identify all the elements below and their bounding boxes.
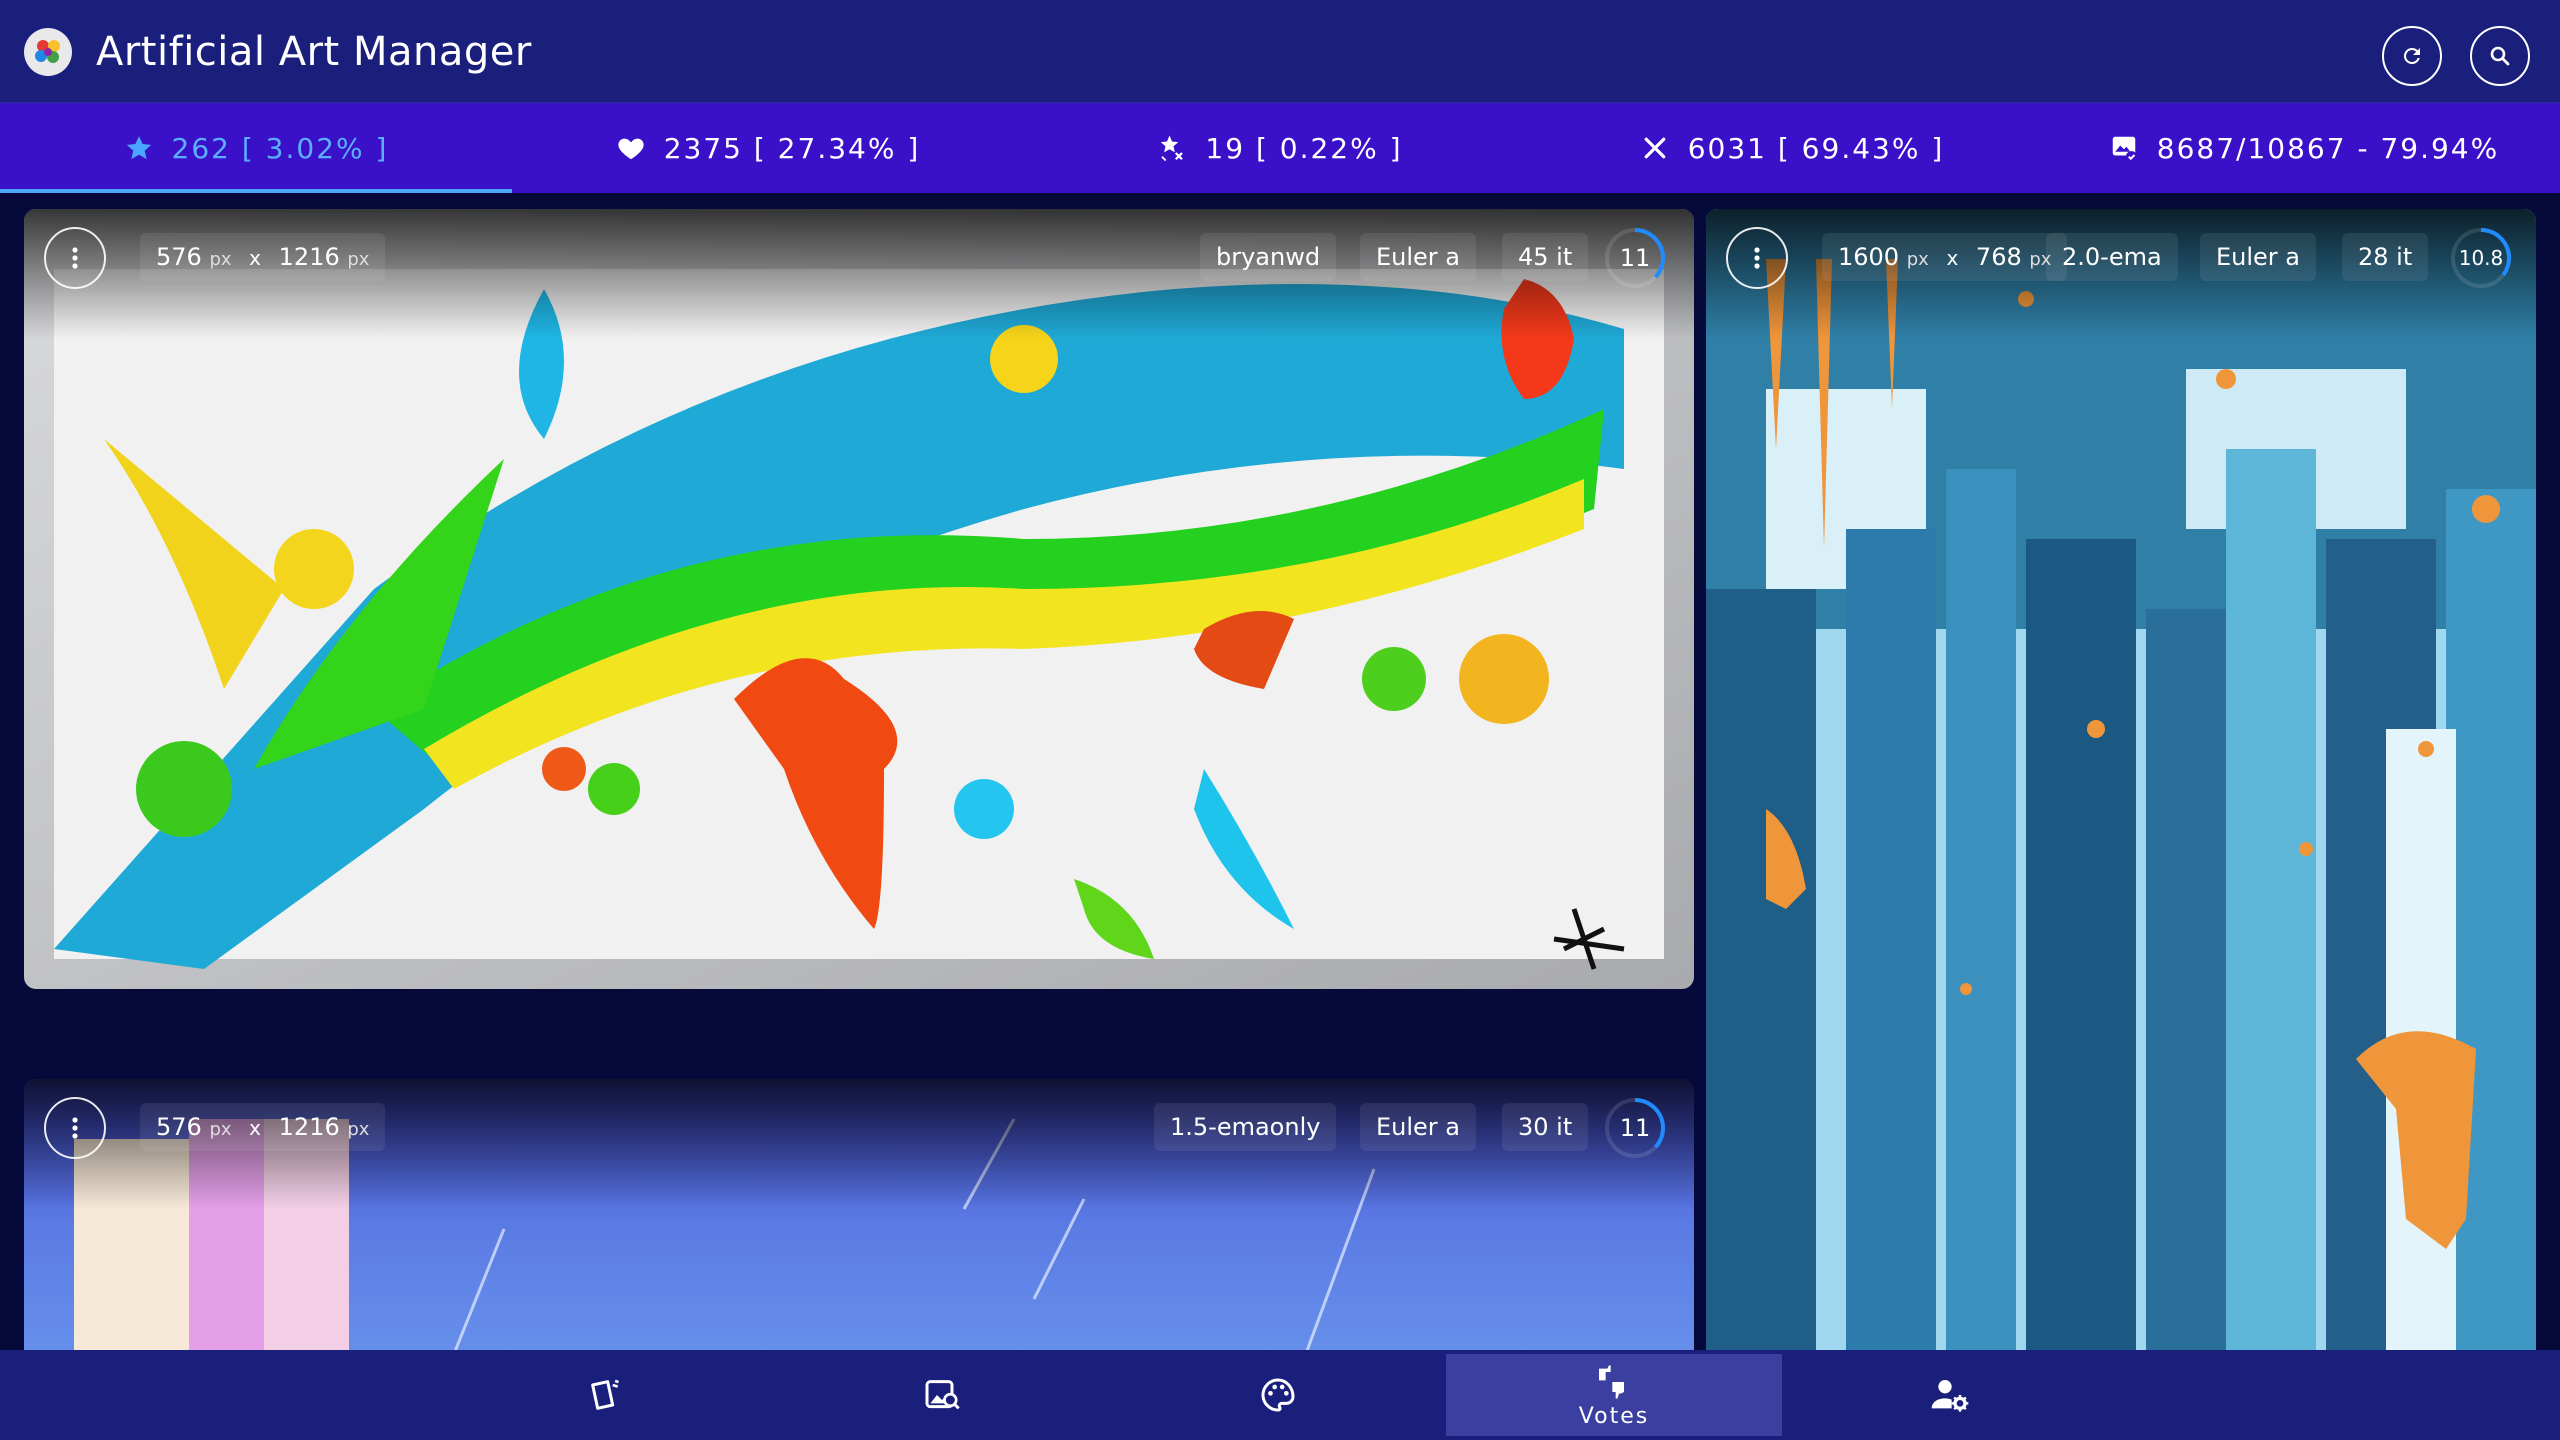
- times-symbol: x: [249, 246, 262, 270]
- image-check-icon: [2112, 136, 2137, 163]
- card-menu-button[interactable]: [1726, 227, 1788, 289]
- model-chip: 2.0-ema: [2046, 233, 2178, 281]
- tab-dislikes-label: 6031 [ 69.43% ]: [1687, 131, 1945, 165]
- sampler-chip: Euler a: [1360, 233, 1477, 281]
- cfg-value: 11: [1619, 1114, 1651, 1142]
- cfg-value: 10.8: [2458, 246, 2504, 270]
- image-height: 1216: [278, 243, 340, 271]
- cfg-value: 11: [1619, 244, 1651, 272]
- times-symbol: x: [249, 1116, 262, 1140]
- unit-label: px: [209, 249, 232, 270]
- app-logo: [24, 28, 72, 76]
- tab-dislikes[interactable]: 6031 [ 69.43% ]: [1536, 103, 2048, 193]
- nav-account-settings[interactable]: [1782, 1354, 2118, 1436]
- refresh-icon: [2403, 47, 2420, 64]
- image-width: 1600: [1838, 243, 1900, 271]
- cfg-scale-ring: 11: [1604, 227, 1666, 289]
- image-card[interactable]: 576 px x 1216 px bryanwd Euler a 45 it 1…: [24, 209, 1694, 989]
- nav-votes-label: Votes: [1578, 1403, 1650, 1429]
- tab-rated-progress-label: 8687/10867 - 79.94%: [2156, 131, 2500, 165]
- more-vertical-icon: [72, 1117, 78, 1139]
- nav-prompts[interactable]: [1110, 1354, 1446, 1436]
- unit-label: px: [209, 1119, 232, 1140]
- image-dimensions: 576 px x 1216 px: [140, 1103, 386, 1151]
- star-icon: [126, 136, 151, 160]
- tab-likes-label: 2375 [ 27.34% ]: [663, 131, 921, 165]
- tab-unfavorite-label: 19 [ 0.22% ]: [1205, 131, 1403, 165]
- image-height: 768: [1975, 243, 2022, 271]
- search-icon: [2490, 46, 2510, 66]
- tab-unfavorite[interactable]: 19 [ 0.22% ]: [1024, 103, 1536, 193]
- model-chip: 1.5-emaonly: [1154, 1103, 1337, 1151]
- steps-chip: 45 it: [1502, 233, 1589, 281]
- account-cog-icon: [1931, 1380, 1969, 1412]
- image-width: 576: [156, 1113, 202, 1141]
- unit-label: px: [347, 249, 370, 270]
- unit-label: px: [1906, 249, 1929, 270]
- times-symbol: x: [1946, 246, 1959, 270]
- thumbs-up-down-icon: [1599, 1364, 1624, 1399]
- unit-label: px: [347, 1119, 370, 1140]
- refresh-button[interactable]: [2382, 26, 2442, 86]
- tab-likes[interactable]: 2375 [ 27.34% ]: [512, 103, 1024, 193]
- image-dimensions: 1600 px x 768 px: [1822, 233, 2068, 281]
- steps-chip: 28 it: [2342, 233, 2429, 281]
- tab-rated-progress[interactable]: 8687/10867 - 79.94%: [2048, 103, 2560, 193]
- image-card[interactable]: 576 px x 1216 px 1.5-emaonly Euler a 30 …: [24, 1079, 1694, 1350]
- sampler-chip: Euler a: [2200, 233, 2317, 281]
- vote-stats-tabs: 262 [ 3.02% ] 2375 [ 27.34% ] 19 [ 0.22%…: [0, 103, 2560, 193]
- model-chip: bryanwd: [1200, 233, 1337, 281]
- card-menu-button[interactable]: [44, 227, 106, 289]
- tab-favorites[interactable]: 262 [ 3.02% ]: [0, 103, 512, 193]
- image-height: 1216: [278, 1113, 340, 1141]
- image-search-icon: [925, 1380, 960, 1410]
- close-icon: [1644, 137, 1666, 159]
- image-width: 576: [156, 243, 202, 271]
- card-menu-button[interactable]: [44, 1097, 106, 1159]
- heart-icon: [618, 138, 644, 160]
- cards-icon: [591, 1379, 619, 1410]
- sampler-chip: Euler a: [1360, 1103, 1477, 1151]
- cfg-scale-ring: 10.8: [2450, 227, 2512, 289]
- search-button[interactable]: [2470, 26, 2530, 86]
- nav-gallery[interactable]: [774, 1354, 1110, 1436]
- more-vertical-icon: [1754, 247, 1760, 269]
- more-vertical-icon: [72, 247, 78, 269]
- artwork-image[interactable]: [1706, 209, 2536, 1350]
- app-title: Artificial Art Manager: [96, 29, 532, 75]
- bottom-navigation: Votes: [0, 1350, 2560, 1440]
- image-card[interactable]: 1600 px x 768 px 2.0-ema Euler a 28 it 1…: [1706, 209, 2536, 1350]
- steps-chip: 30 it: [1502, 1103, 1589, 1151]
- nav-cards[interactable]: [438, 1354, 774, 1436]
- tab-favorites-label: 262 [ 3.02% ]: [171, 131, 389, 165]
- app-bar: Artificial Art Manager: [0, 0, 2560, 103]
- image-grid: 576 px x 1216 px bryanwd Euler a 45 it 1…: [0, 193, 2560, 1350]
- star-off-icon: [1161, 135, 1184, 162]
- cfg-scale-ring: 11: [1604, 1097, 1666, 1159]
- nav-votes[interactable]: Votes: [1446, 1354, 1782, 1436]
- palette-icon: [1261, 1378, 1295, 1412]
- image-dimensions: 576 px x 1216 px: [140, 233, 386, 281]
